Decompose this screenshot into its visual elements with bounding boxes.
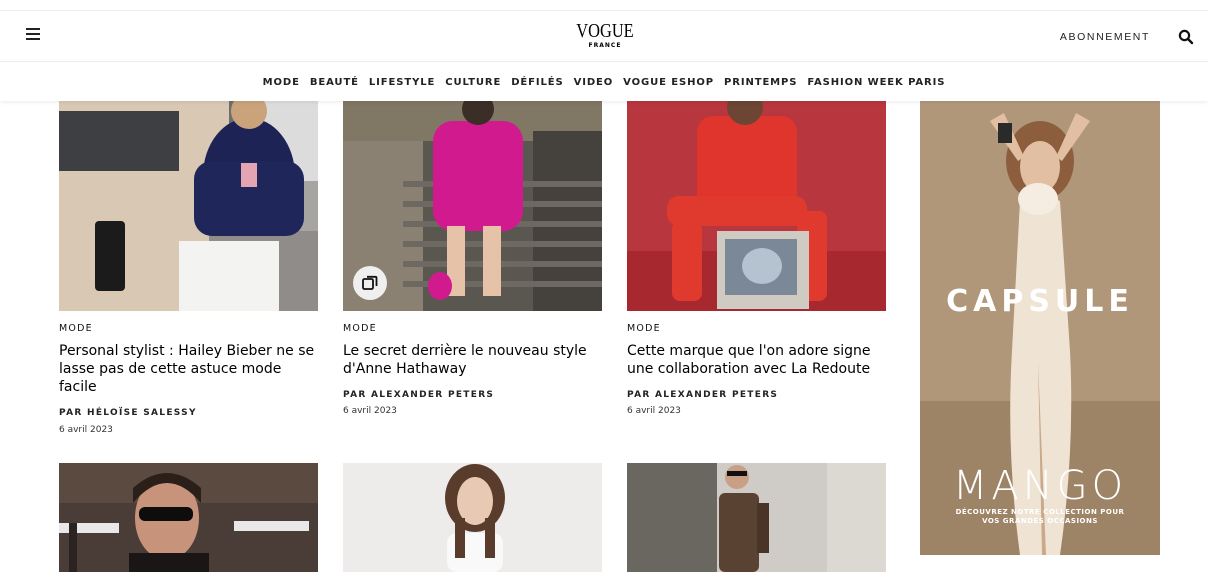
article-title[interactable]: Le secret derrière le nouveau style d'An… (343, 342, 608, 378)
article-image-hailey-bieber[interactable] (59, 101, 318, 311)
ad-brand-logo: MANGO (952, 463, 1128, 509)
search-icon[interactable] (1178, 29, 1194, 45)
article-image-anne-hathaway[interactable] (343, 101, 602, 311)
nav-item-vogue-eshop[interactable]: VOGUE ESHOP (623, 77, 714, 88)
nav-item-fashion-week-paris[interactable]: FASHION WEEK PARIS (807, 77, 945, 88)
article-image-row2-1[interactable] (59, 463, 318, 572)
logo-word: VOGUE (576, 20, 634, 42)
article-title[interactable]: Cette marque que l'on adore signe une co… (627, 342, 892, 378)
article-date: 6 avril 2023 (627, 406, 681, 416)
article-rubric[interactable]: MODE (627, 323, 661, 334)
article-date: 6 avril 2023 (343, 406, 397, 416)
nav-item-printemps[interactable]: PRINTEMPS (724, 77, 797, 88)
ad-title: CAPSULE (946, 284, 1134, 319)
article-image-la-redoute[interactable] (627, 101, 886, 311)
site-header: VOGUE FRANCE ABONNEMENT (0, 10, 1208, 62)
nav-item-defiles[interactable]: DÉFILÉS (511, 77, 563, 88)
subscribe-link[interactable]: ABONNEMENT (1060, 31, 1150, 43)
article-image-row2-3[interactable] (627, 463, 886, 572)
gallery-icon (353, 266, 387, 300)
article-author[interactable]: PAR ALEXANDER PETERS (627, 390, 778, 400)
nav-item-beaute[interactable]: BEAUTÉ (310, 77, 359, 88)
article-author[interactable]: PAR ALEXANDER PETERS (343, 390, 494, 400)
site-logo[interactable]: VOGUE FRANCE (560, 21, 650, 50)
mango-ad-banner[interactable]: CAPSULE MANGO DÉCOUVREZ NOTRE COLLECTION… (920, 101, 1160, 555)
ad-tagline: DÉCOUVREZ NOTRE COLLECTION POUR VOS GRAN… (940, 508, 1140, 526)
article-author[interactable]: PAR HÉLOÏSE SALESSY (59, 408, 197, 418)
ad-tagline-line-2: VOS GRANDES OCCASIONS (982, 517, 1098, 525)
nav-item-culture[interactable]: CULTURE (445, 77, 501, 88)
nav-item-mode[interactable]: MODE (263, 77, 300, 88)
article-title[interactable]: Personal stylist : Hailey Bieber ne se l… (59, 342, 319, 396)
article-rubric[interactable]: MODE (343, 323, 377, 334)
ad-tagline-line-1: DÉCOUVREZ NOTRE COLLECTION POUR (955, 508, 1125, 516)
nav-item-lifestyle[interactable]: LIFESTYLE (369, 77, 435, 88)
logo-subtitle: FRANCE (588, 42, 622, 49)
article-rubric[interactable]: MODE (59, 323, 93, 334)
hamburger-menu-icon[interactable] (26, 28, 40, 44)
nav-item-video[interactable]: VIDEO (574, 77, 614, 88)
main-navigation: MODE BEAUTÉ LIFESTYLE CULTURE DÉFILÉS VI… (0, 63, 1208, 101)
article-image-row2-2[interactable] (343, 463, 602, 572)
article-date: 6 avril 2023 (59, 425, 113, 435)
